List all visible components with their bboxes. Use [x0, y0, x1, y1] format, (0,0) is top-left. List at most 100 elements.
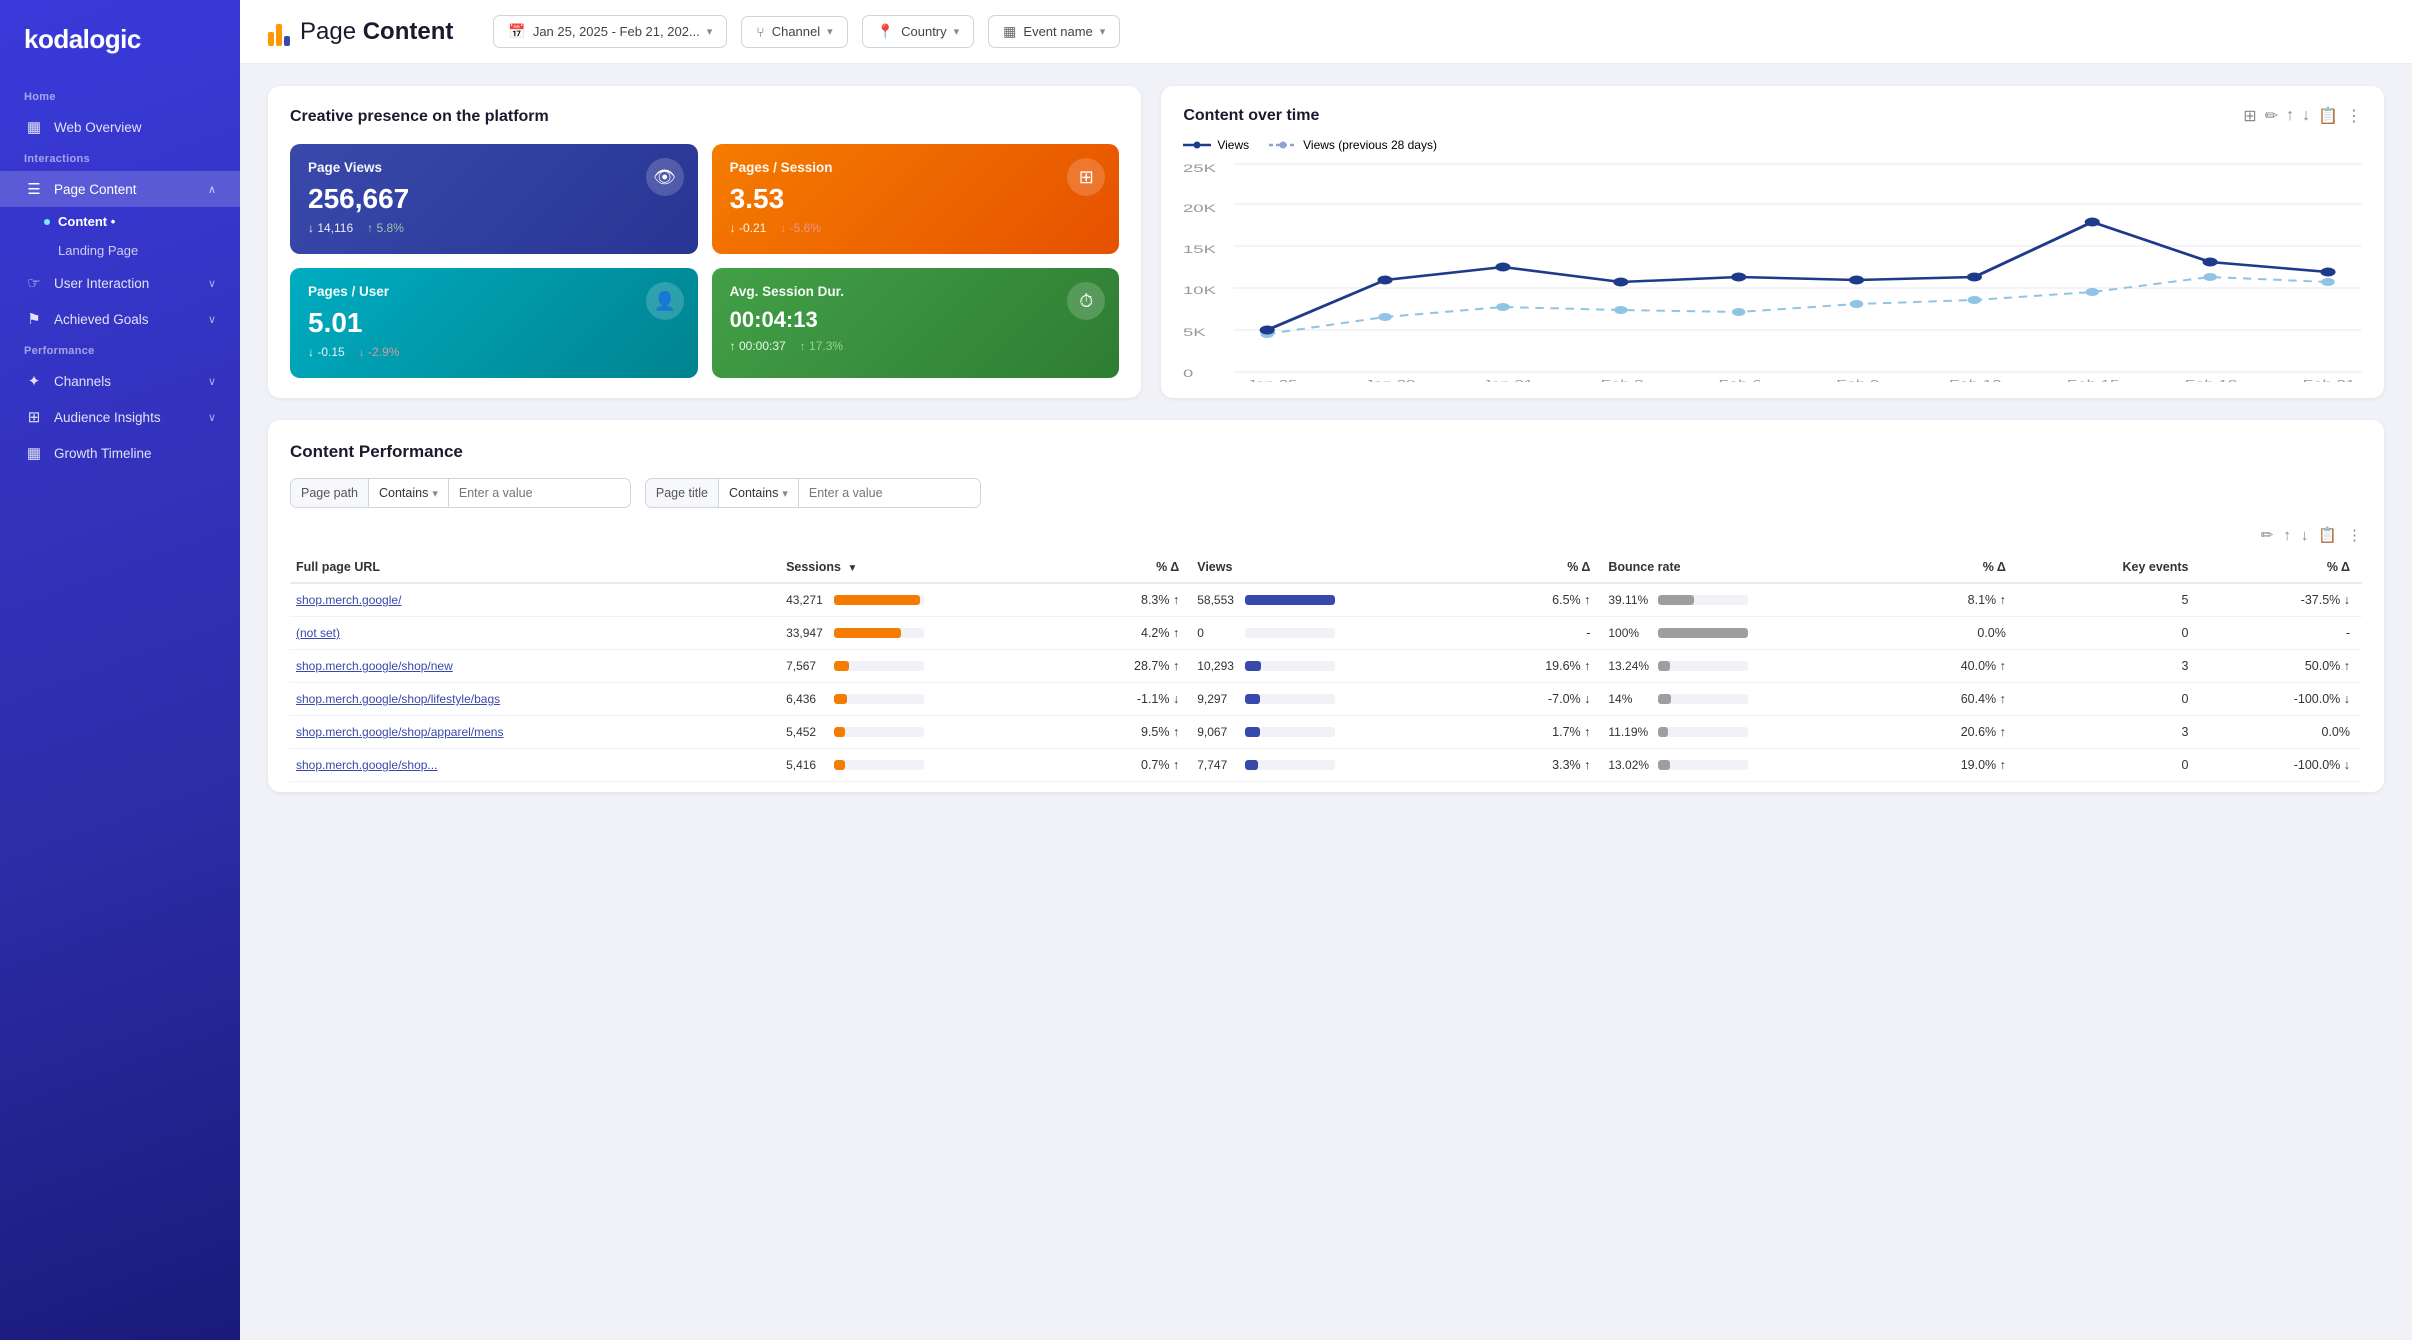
cell-url: shop.merch.google/: [290, 583, 780, 617]
chart-action-down[interactable]: ↓: [2302, 107, 2310, 125]
audience-insights-icon: ⊞: [24, 408, 44, 426]
sessions-bar-wrap: 7,567: [786, 659, 1042, 673]
chart-action-up[interactable]: ↑: [2286, 107, 2294, 125]
svg-text:Feb 9: Feb 9: [1837, 378, 1880, 382]
tile-page-views: 👁 Page Views 256,667 ↓ 14,116 ↑ 5.8%: [290, 144, 698, 254]
bar2: [276, 24, 282, 46]
page-views-footer: ↓ 14,116 ↑ 5.8%: [308, 221, 680, 235]
country-filter-button[interactable]: 📍 Country ▾: [862, 15, 975, 48]
page-title-input[interactable]: [798, 479, 980, 507]
sessions-bar-wrap: 43,271: [786, 593, 1042, 607]
views-value: 9,067: [1197, 725, 1239, 739]
chart-action-more[interactable]: ⋮: [2346, 106, 2362, 126]
sidebar-item-achieved-goals[interactable]: ⚑ Achieved Goals ∨: [0, 301, 240, 337]
sessions-value: 5,452: [786, 725, 828, 739]
col-views-delta: % Δ: [1465, 552, 1602, 583]
user-interaction-chevron: ∨: [208, 277, 216, 290]
url-link[interactable]: shop.merch.google/shop/apparel/mens: [296, 725, 503, 739]
views-bar-bg: [1245, 694, 1335, 704]
cell-key-events: 5: [2018, 583, 2201, 617]
date-filter-button[interactable]: 📅 Jan 25, 2025 - Feb 21, 202... ▾: [493, 15, 727, 48]
content-dot: [44, 219, 50, 225]
url-link[interactable]: shop.merch.google/shop/new: [296, 659, 453, 673]
sessions-bar-bg: [834, 661, 924, 671]
sidebar-label-user-interaction: User Interaction: [54, 276, 149, 291]
sidebar-item-web-overview[interactable]: ▦ Web Overview: [0, 109, 240, 145]
cell-bounce: 11.19%: [1602, 716, 1880, 749]
page-path-input[interactable]: [448, 479, 630, 507]
sidebar-subitem-content[interactable]: Content •: [44, 207, 240, 236]
page-path-select[interactable]: Contains ▾: [369, 479, 448, 507]
col-sessions[interactable]: Sessions ▼: [780, 552, 1054, 583]
sessions-bar-bg: [834, 595, 924, 605]
views-bar-bg: [1245, 595, 1335, 605]
sidebar-logo: kodalogic: [0, 24, 240, 83]
event-filter-chevron: ▾: [1100, 25, 1106, 38]
views-bar-wrap: 10,293: [1197, 659, 1453, 673]
cell-sessions-delta: -1.1% ↓: [1054, 683, 1191, 716]
sidebar-item-user-interaction[interactable]: ☞ User Interaction ∨: [0, 265, 240, 301]
url-link[interactable]: (not set): [296, 626, 340, 640]
url-link[interactable]: shop.merch.google/: [296, 593, 401, 607]
legend-prev-views: Views (previous 28 days): [1269, 138, 1437, 152]
sessions-bar-fill: [834, 760, 845, 770]
pages-user-value: 5.01: [308, 309, 680, 337]
cell-key-events: 0: [2018, 749, 2201, 782]
sidebar-sub-page-content: Content • Landing Page: [0, 207, 240, 265]
page-content-chevron: ∧: [208, 183, 216, 196]
bounce-value: 14%: [1608, 692, 1652, 706]
bounce-value: 100%: [1608, 626, 1652, 640]
views-bar-bg: [1245, 661, 1335, 671]
sidebar-section-home: Home: [0, 83, 240, 109]
avg-session-label: Avg. Session Dur.: [730, 284, 1102, 299]
sessions-bar-wrap: 5,452: [786, 725, 1042, 739]
chart-title: Content over time: [1183, 107, 1319, 125]
top-section: Creative presence on the platform 👁 Page…: [268, 86, 2384, 398]
cell-key-events: 3: [2018, 650, 2201, 683]
svg-text:Jan 25: Jan 25: [1247, 378, 1298, 382]
col-url: Full page URL: [290, 552, 780, 583]
table-down-icon[interactable]: ↓: [2301, 527, 2309, 544]
legend-prev-views-line-icon: [1269, 139, 1297, 151]
bounce-value: 39.11%: [1608, 593, 1652, 607]
views-bar-bg: [1245, 628, 1335, 638]
channel-icon: ⑂: [756, 24, 764, 40]
tile-pages-session: ⊞ Pages / Session 3.53 ↓ -0.21 ↓ -5.6%: [712, 144, 1120, 254]
sidebar-item-growth-timeline[interactable]: ▦ Growth Timeline: [0, 435, 240, 471]
table-up-icon[interactable]: ↑: [2283, 527, 2291, 544]
cell-key-events-delta: -: [2200, 617, 2362, 650]
channels-chevron: ∨: [208, 375, 216, 388]
chart-action-grid[interactable]: ⊞: [2243, 106, 2256, 126]
page-title-arrow: ▾: [782, 487, 788, 500]
chart-action-edit[interactable]: ✏: [2265, 106, 2278, 126]
channel-filter-label: Channel: [772, 24, 820, 39]
views-value: 58,553: [1197, 593, 1239, 607]
table-edit-icon[interactable]: ✏: [2261, 526, 2274, 544]
table-row: shop.merch.google/shop/new 7,567 28.7% ↑…: [290, 650, 2362, 683]
views-bar-fill: [1245, 727, 1259, 737]
channel-filter-button[interactable]: ⑂ Channel ▾: [741, 16, 847, 48]
sidebar-item-channels[interactable]: ✦ Channels ∨: [0, 363, 240, 399]
header: Page Content 📅 Jan 25, 2025 - Feb 21, 20…: [240, 0, 2412, 64]
cell-views: 0: [1191, 617, 1465, 650]
cell-sessions: 5,416: [780, 749, 1054, 782]
sidebar-label-content: Content •: [58, 214, 115, 229]
page-title-select[interactable]: Contains ▾: [719, 479, 798, 507]
sidebar-item-audience-insights[interactable]: ⊞ Audience Insights ∨: [0, 399, 240, 435]
views-value: 10,293: [1197, 659, 1239, 673]
url-link[interactable]: shop.merch.google/shop...: [296, 758, 437, 772]
table-export-icon[interactable]: 📋: [2318, 526, 2337, 544]
sidebar-subitem-landing-page[interactable]: Landing Page: [44, 236, 240, 265]
table-more-icon[interactable]: ⋮: [2347, 526, 2362, 544]
sidebar-item-page-content[interactable]: ☰ Page Content ∧: [0, 171, 240, 207]
sidebar-label-audience-insights: Audience Insights: [54, 410, 161, 425]
url-link[interactable]: shop.merch.google/shop/lifestyle/bags: [296, 692, 500, 706]
svg-text:Jan 31: Jan 31: [1483, 378, 1534, 382]
chart-action-export[interactable]: 📋: [2318, 106, 2338, 126]
cell-sessions-delta: 9.5% ↑: [1054, 716, 1191, 749]
sessions-sort-icon: ▼: [847, 563, 857, 574]
event-filter-button[interactable]: ▦ Event name ▾: [988, 15, 1120, 48]
page-views-sub1: ↓ 14,116: [308, 221, 353, 235]
audience-insights-chevron: ∨: [208, 411, 216, 424]
perf-filter-row: Page path Contains ▾ Page title Contains…: [290, 478, 2362, 508]
